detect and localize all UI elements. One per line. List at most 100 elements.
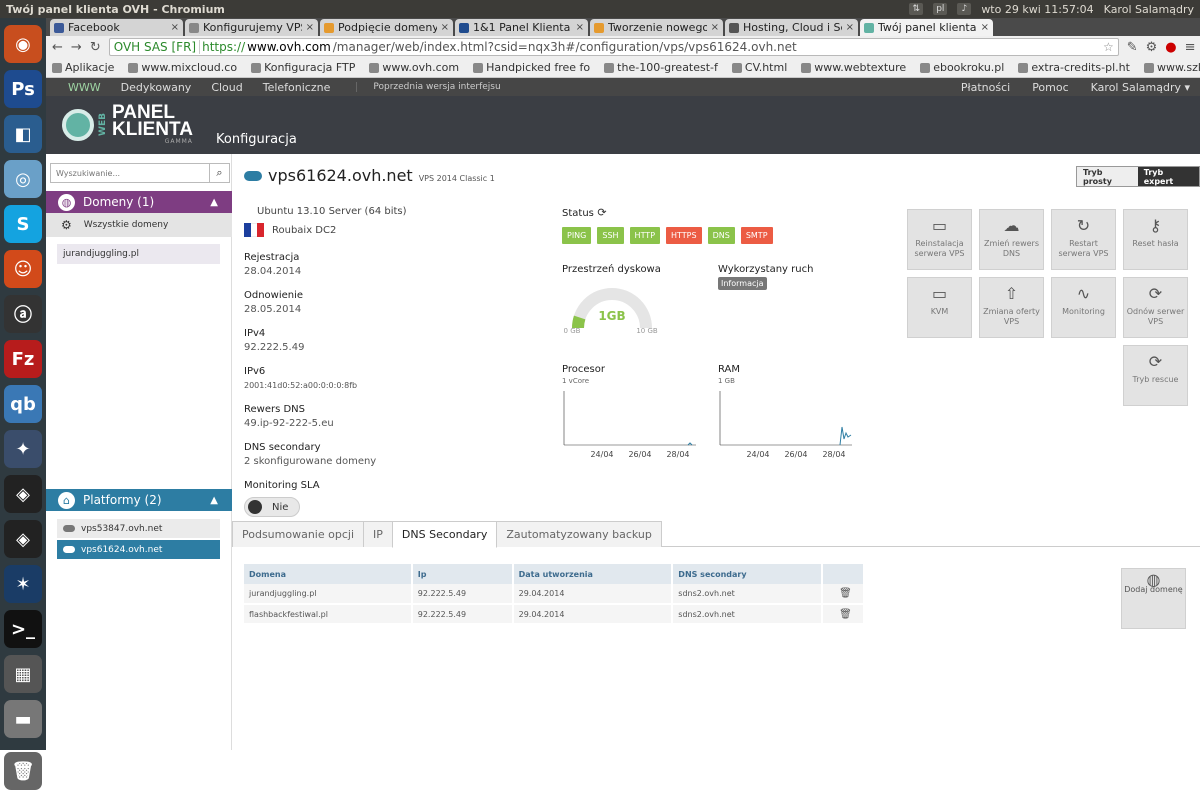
all-domains-item[interactable]: ⚙ Wszystkie domeny [46, 213, 232, 237]
ovh-nav-right-item[interactable]: Pomoc [1032, 81, 1068, 94]
skype-icon[interactable]: S [4, 205, 42, 243]
bookmark-item[interactable]: Handpicked free fo [473, 61, 590, 74]
sla-toggle[interactable]: Nie [244, 497, 300, 517]
browser-tab[interactable]: Tworzenie nowego te × [590, 19, 723, 36]
add-domain-button[interactable]: ◍ Dodaj domenę [1121, 568, 1186, 629]
tab-1[interactable]: IP [363, 521, 393, 547]
adblock-icon[interactable]: ● [1165, 40, 1176, 55]
chromium-icon[interactable]: ◎ [4, 160, 42, 198]
ubuntu-dash-icon[interactable]: ◉ [4, 25, 42, 63]
expert-mode-button[interactable]: Tryb expert [1137, 167, 1199, 186]
starcraft-icon[interactable]: ✶ [4, 565, 42, 603]
close-tab-icon[interactable]: × [171, 22, 179, 33]
ovh-nav-item[interactable]: Cloud [211, 81, 242, 94]
a-app-icon[interactable]: ⓐ [4, 295, 42, 333]
ovh-nav-right-item[interactable]: Płatności [961, 81, 1010, 94]
browser-tab[interactable]: Podpięcie domeny do × [320, 19, 453, 36]
photoshop-icon[interactable]: Ps [4, 70, 42, 108]
close-tab-icon[interactable]: × [846, 22, 854, 33]
menu-icon[interactable]: ≡ [1185, 40, 1196, 55]
url-input[interactable]: OVH SAS [FR] https://www.ovh.com/manager… [108, 38, 1119, 56]
france-flag-icon [244, 223, 265, 237]
browser-tab[interactable]: Konfigurujemy VPS - c × [185, 19, 318, 36]
back-icon[interactable]: ← [52, 40, 63, 55]
bookmark-item[interactable]: Konfiguracja FTP [251, 61, 355, 74]
collapse-triangle-icon[interactable]: ▲ [210, 197, 218, 208]
sidebar-domain-item[interactable]: jurandjuggling.pl [57, 244, 220, 264]
ovh-nav-item[interactable]: WWW [68, 81, 101, 94]
counter-strike-icon[interactable]: ✦ [4, 430, 42, 468]
bookmark-item[interactable]: the-100-greatest-f [604, 61, 718, 74]
settings-gear-icon[interactable]: ⚙ [1146, 40, 1158, 55]
bookmark-item[interactable]: extra-credits-pl.ht [1018, 61, 1130, 74]
terminal-icon[interactable]: >_ [4, 610, 42, 648]
bookmark-item[interactable]: www.szkolyzaoczr [1143, 61, 1200, 74]
workspace-switcher-icon[interactable]: ▦ [4, 655, 42, 693]
keyboard-layout-indicator[interactable]: pl [933, 3, 948, 15]
previous-interface-link[interactable]: Poprzednia wersja interfejsu [356, 82, 501, 92]
ovh-nav-right-item[interactable]: Karol Salamądry ▾ [1091, 81, 1190, 94]
info-badge[interactable]: Informacja [718, 277, 767, 290]
user-menu[interactable]: Karol Salamądry [1104, 3, 1194, 16]
bookmark-label: extra-credits-pl.ht [1031, 61, 1130, 74]
table-cell: sdns2.ovh.net [672, 604, 824, 625]
close-tab-icon[interactable]: × [576, 22, 584, 33]
trash-icon[interactable]: 🗑 [4, 752, 42, 790]
reload-icon[interactable]: ↻ [90, 40, 101, 55]
tab-3[interactable]: Zautomatyzowany backup [496, 521, 662, 547]
ovh-nav-item[interactable]: Telefoniczne [263, 81, 331, 94]
bookmark-item[interactable]: www.webtexture [801, 61, 906, 74]
sidebar-vps-item-active[interactable]: vps61624.ovh.net [57, 540, 220, 559]
close-tab-icon[interactable]: × [441, 22, 449, 33]
collapse-triangle-icon[interactable]: ▲ [210, 495, 218, 506]
tab-0[interactable]: Podsumowanie opcji [232, 521, 365, 547]
browser-tab[interactable]: Twój panel klienta OV × [860, 19, 993, 36]
steam-icon[interactable]: ◈ [4, 475, 42, 513]
bookmark-item[interactable]: ebookroku.pl [920, 61, 1004, 74]
forward-icon[interactable]: → [71, 40, 82, 55]
search-icon[interactable]: ⌕ [209, 164, 229, 182]
action-tile[interactable]: ▭ Reinstalacja serwera VPS [907, 209, 972, 270]
extension-icon[interactable]: ✎ [1127, 40, 1138, 55]
ev-certificate-label[interactable]: OVH SAS [FR] [114, 40, 201, 54]
filezilla-icon[interactable]: Fz [4, 340, 42, 378]
trash-icon[interactable]: 🗑 [839, 588, 852, 599]
app-icon[interactable]: ◧ [4, 115, 42, 153]
platforms-section-header[interactable]: ⌂ Platformy (2) ▲ [46, 489, 232, 511]
close-tab-icon[interactable]: × [306, 22, 314, 33]
simple-mode-button[interactable]: Tryb prosty [1077, 167, 1138, 186]
action-tile[interactable]: ∿ Monitoring [1051, 277, 1116, 338]
bookmark-star-icon[interactable]: ☆ [1103, 40, 1114, 54]
bookmark-item[interactable]: Aplikacje [52, 61, 114, 74]
drive-icon[interactable]: ▬ [4, 700, 42, 738]
ovh-nav-item[interactable]: Dedykowany [121, 81, 192, 94]
volume-icon[interactable]: ♪ [957, 3, 972, 15]
domains-section-header[interactable]: ◍ Domeny (1) ▲ [46, 191, 232, 213]
action-tile[interactable]: ↻ Restart serwera VPS [1051, 209, 1116, 270]
bookmark-item[interactable]: www.mixcloud.co [128, 61, 237, 74]
action-tile[interactable]: ⟳ Tryb rescue [1123, 345, 1188, 406]
bookmark-item[interactable]: www.ovh.com [369, 61, 459, 74]
steam-client-icon[interactable]: ◈ [4, 520, 42, 558]
action-tile[interactable]: ⚷ Reset hasła [1123, 209, 1188, 270]
sidebar-vps-item[interactable]: vps53847.ovh.net [57, 519, 220, 538]
action-tile[interactable]: ⟳ Odnów serwer VPS [1123, 277, 1188, 338]
bookmark-item[interactable]: CV.html [731, 61, 787, 74]
clock[interactable]: wto 29 kwi 11:57:04 [981, 3, 1093, 16]
tab-2[interactable]: DNS Secondary [391, 521, 498, 548]
browser-tab[interactable]: Facebook × [50, 19, 183, 36]
trash-icon[interactable]: 🗑 [839, 609, 852, 620]
close-tab-icon[interactable]: × [981, 22, 989, 33]
action-tile[interactable]: ⇧ Zmiana oferty VPS [979, 277, 1044, 338]
close-tab-icon[interactable]: × [711, 22, 719, 33]
refresh-icon[interactable]: ⟳ [597, 206, 606, 219]
qbittorrent-icon[interactable]: qb [4, 385, 42, 423]
search-input[interactable] [51, 164, 209, 182]
action-tile[interactable]: ▭ KVM [907, 277, 972, 338]
browser-tab[interactable]: Hosting, Cloud i Serwe × [725, 19, 858, 36]
action-tile[interactable]: ☁ Zmień rewers DNS [979, 209, 1044, 270]
network-tray-icon[interactable]: ⇅ [909, 3, 924, 15]
game-icon[interactable]: ☺ [4, 250, 42, 288]
browser-tab[interactable]: 1&1 Panel Klienta × [455, 19, 588, 36]
ovh-logo[interactable]: WEB PANEL KLIENTA GAMMA [62, 103, 193, 145]
